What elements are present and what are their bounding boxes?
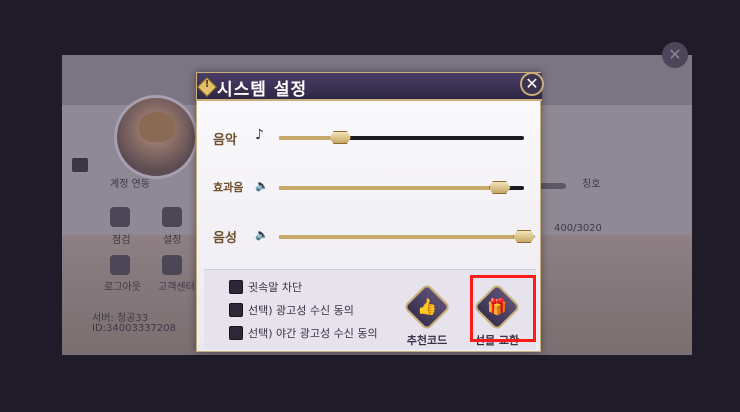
music-note-icon: ♪ — [255, 127, 264, 143]
voice-label: 음성 — [213, 231, 237, 246]
ad-consent-checkbox[interactable]: 선택) 광고성 수신 동의 — [229, 301, 354, 319]
whisper-block-checkbox[interactable]: 귓속말 차단 — [229, 278, 302, 296]
dialog-title: 시스템 설정 — [217, 80, 308, 100]
voice-slider[interactable] — [279, 230, 535, 243]
logout-icon — [110, 255, 130, 275]
profile-icon-label: 점검 — [112, 235, 131, 246]
background-close-icon: ✕ — [662, 42, 688, 68]
music-label: 음악 — [213, 133, 237, 148]
speaker-icon: 🔈 — [255, 179, 269, 192]
checkbox-box[interactable] — [229, 303, 243, 317]
camera-icon — [72, 158, 88, 172]
game-screen: 계정 연동 점검 설정 로그아웃 고객센터 서버: 청공33 ID:340033… — [0, 0, 740, 412]
gear-icon — [162, 207, 182, 227]
server-label: 서버: 청공33 — [92, 313, 149, 324]
user-id-label: ID:34003337208 — [92, 323, 177, 334]
logout-label: 로그아웃 — [104, 282, 141, 293]
music-slider-thumb[interactable] — [329, 131, 352, 144]
night-ad-consent-checkbox[interactable]: 선택) 야간 광고성 수신 동의 — [229, 324, 378, 342]
profile-icon — [110, 207, 130, 227]
highlight-box — [470, 275, 536, 342]
gear-icon-label: 설정 — [163, 235, 182, 246]
checkbox-box[interactable] — [229, 280, 243, 294]
speaker-icon: 🔈 — [255, 228, 269, 241]
voice-slider-thumb[interactable] — [513, 230, 535, 243]
referral-code-button[interactable]: 👍 추천코드 — [399, 282, 455, 348]
checkbox-box[interactable] — [229, 326, 243, 340]
music-slider[interactable] — [279, 131, 524, 144]
customer-center-label: 고객센터 — [158, 282, 195, 293]
sound-effects-label: 효과음 — [213, 181, 244, 194]
avatar — [114, 95, 198, 179]
sound-effects-slider[interactable] — [279, 181, 524, 194]
customer-center-icon — [162, 255, 182, 275]
close-button[interactable]: ✕ — [520, 72, 544, 96]
account-link-label: 계정 연동 — [110, 179, 150, 190]
exp-counter: 400/3020 — [554, 223, 602, 234]
dialog-title-bar: ! 시스템 설정 — [197, 73, 542, 101]
thumbs-up-icon: 👍 — [417, 297, 437, 316]
sound-effects-slider-thumb[interactable] — [488, 181, 511, 194]
title-label: 칭호 — [582, 179, 601, 190]
